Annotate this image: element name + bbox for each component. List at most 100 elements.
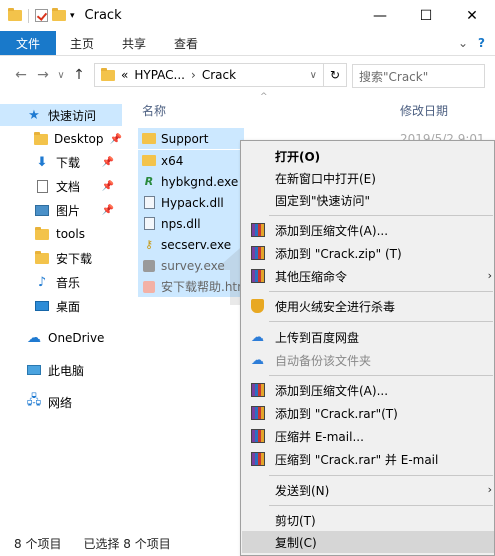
sidebar-item-desktop-zh[interactable]: 桌面	[0, 295, 122, 317]
pin-icon[interactable]: 📌	[110, 134, 122, 145]
menu-item-upload-baidu[interactable]: ☁ 上传到百度网盘	[242, 326, 494, 348]
menu-item-compress-rar-email[interactable]: 压缩到 "Crack.rar" 并 E-mail	[242, 448, 494, 470]
path-overflow[interactable]: «	[121, 68, 128, 82]
sidebar-item-this-pc[interactable]: 此电脑	[0, 359, 122, 381]
menu-item-label: 上传到百度网盘	[275, 330, 360, 345]
menu-item-copy[interactable]: 复制(C)	[242, 531, 494, 553]
sidebar-item-music[interactable]: ♪ 音乐	[0, 271, 122, 293]
file-row[interactable]: x64	[138, 150, 244, 171]
folder-icon	[142, 154, 156, 168]
pin-icon[interactable]: 📌	[102, 157, 114, 168]
sidebar-item-label: 安下载	[56, 251, 93, 266]
column-header-modified[interactable]: 修改日期	[400, 102, 448, 119]
sidebar-item-label: 音乐	[56, 275, 81, 290]
sidebar-item-anxiazai[interactable]: 安下载	[0, 247, 122, 269]
menu-item-add-to-archive[interactable]: 添加到压缩文件(A)...	[242, 219, 494, 241]
file-name: survey.exe	[161, 258, 225, 273]
menu-item-huorong-scan[interactable]: 使用火绒安全进行杀毒	[242, 295, 494, 317]
file-row[interactable]: Support	[138, 128, 244, 149]
winrar-icon	[250, 452, 265, 466]
path-separator[interactable]: ›	[191, 68, 196, 82]
file-row[interactable]: 安下载帮助.htm	[138, 276, 244, 297]
new-folder-icon[interactable]	[52, 8, 66, 21]
forward-button[interactable]: →	[32, 67, 54, 83]
computer-icon	[26, 365, 42, 375]
menu-item-add-to-zip[interactable]: 添加到 "Crack.zip" (T)	[242, 242, 494, 264]
close-button[interactable]: ✕	[449, 0, 495, 31]
winrar-icon	[250, 383, 265, 397]
download-icon: ⬇	[36, 154, 48, 170]
pin-icon[interactable]: 📌	[102, 205, 114, 216]
divider	[28, 8, 29, 23]
menu-item-label: 其他压缩命令	[275, 269, 348, 284]
sidebar-item-label: 网络	[48, 395, 73, 410]
maximize-button[interactable]: ☐	[403, 0, 449, 31]
sidebar-item-downloads[interactable]: ⬇ 下载 📌	[0, 151, 122, 173]
address-dropdown[interactable]: ∨	[310, 70, 323, 81]
pin-icon[interactable]: 📌	[102, 181, 114, 192]
shield-icon	[250, 299, 265, 313]
baidu-cloud-icon: ☁	[251, 329, 264, 345]
menu-item-compress-email[interactable]: 压缩并 E-mail...	[242, 425, 494, 447]
sidebar-item-label: 快速访问	[48, 108, 97, 123]
file-row[interactable]: R hybkgnd.exe	[138, 171, 244, 192]
folder-icon	[34, 250, 50, 264]
sidebar-item-onedrive[interactable]: ☁ OneDrive	[0, 327, 122, 349]
customize-qat-icon[interactable]: ▾	[70, 11, 75, 21]
tab-share[interactable]: 共享	[108, 31, 160, 55]
menu-divider	[269, 375, 493, 376]
expand-ribbon-icon[interactable]: ⌄	[458, 36, 468, 50]
up-button[interactable]: ↑	[68, 67, 90, 83]
file-row[interactable]: nps.dll	[138, 213, 244, 234]
minimize-button[interactable]: —	[357, 0, 403, 31]
sidebar-item-tools[interactable]: tools	[0, 223, 122, 245]
column-header-name[interactable]: 名称	[142, 102, 166, 119]
sidebar-item-label: 文档	[56, 179, 81, 194]
sidebar-item-network[interactable]: 🖧 网络	[0, 391, 122, 413]
menu-divider	[269, 505, 493, 506]
sidebar-item-desktop[interactable]: Desktop 📌	[0, 128, 122, 150]
file-name: 安下载帮助.htm	[161, 280, 244, 294]
file-row[interactable]: Hypack.dll	[138, 192, 244, 213]
menu-item-pin-quick-access[interactable]: 固定到"快速访问"	[242, 189, 494, 211]
chevron-right-icon: ›	[487, 483, 492, 496]
sidebar-item-quick-access[interactable]: ★ 快速访问	[0, 104, 122, 126]
menu-item-open-new-window[interactable]: 在新窗口中打开(E)	[242, 167, 494, 189]
sidebar-item-pictures[interactable]: 图片 📌	[0, 199, 122, 221]
sidebar-item-label: 图片	[56, 203, 81, 218]
menu-item-add-to-archive-2[interactable]: 添加到压缩文件(A)...	[242, 379, 494, 401]
search-input[interactable]: 搜索"Crack"	[352, 64, 485, 88]
app-r-icon: R	[144, 175, 154, 188]
file-row[interactable]: ⚷ secserv.exe	[138, 234, 244, 255]
menu-item-label: 添加到 "Crack.rar"(T)	[275, 406, 398, 421]
tab-file[interactable]: 文件	[0, 31, 57, 55]
recent-locations-button[interactable]: ∨	[54, 70, 68, 81]
menu-item-cut[interactable]: 剪切(T)	[242, 509, 494, 531]
back-button[interactable]: ←	[10, 67, 32, 83]
path-segment-crack[interactable]: Crack	[202, 68, 236, 82]
help-icon[interactable]: ?	[478, 36, 485, 50]
path-segment-hypack[interactable]: HYPAC...	[134, 68, 185, 82]
tab-home[interactable]: 主页	[56, 31, 108, 55]
tab-view[interactable]: 查看	[160, 31, 212, 55]
file-name: Support	[161, 131, 209, 146]
menu-item-open[interactable]: 打开(O)	[242, 145, 494, 167]
menu-item-auto-backup[interactable]: ☁ 自动备份该文件夹	[242, 349, 494, 371]
properties-icon[interactable]	[35, 9, 48, 22]
exe-file-icon	[142, 259, 156, 273]
menu-item-other-compress[interactable]: 其他压缩命令 ›	[242, 265, 494, 287]
menu-item-send-to[interactable]: 发送到(N) ›	[242, 479, 494, 501]
key-icon: ⚷	[144, 238, 154, 251]
chevron-right-icon: ›	[487, 269, 492, 282]
sidebar-item-label: tools	[56, 227, 85, 241]
menu-item-label: 添加到 "Crack.zip" (T)	[275, 246, 402, 261]
file-row[interactable]: survey.exe	[138, 255, 244, 276]
refresh-button[interactable]: ↻	[323, 63, 347, 87]
picture-icon	[34, 204, 50, 216]
menu-item-label: 复制(C)	[275, 535, 317, 550]
title-bar: ▾ Crack — ☐ ✕	[0, 0, 495, 31]
menu-item-add-to-rar[interactable]: 添加到 "Crack.rar"(T)	[242, 402, 494, 424]
file-name: nps.dll	[161, 216, 201, 231]
sidebar-item-documents[interactable]: 文档 📌	[0, 175, 122, 197]
address-field[interactable]: « HYPAC... › Crack ∨	[94, 63, 324, 87]
